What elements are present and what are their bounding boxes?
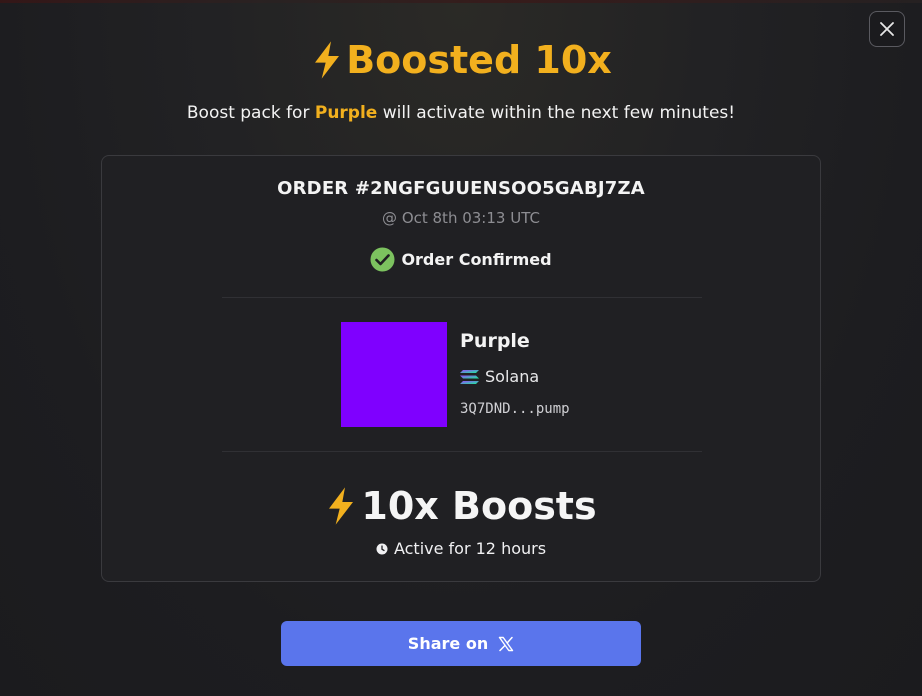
order-id: ORDER #2NGFGUUENSOO5GABJ7ZA [277,178,645,199]
boost-summary: 10x Boosts [102,482,820,530]
order-timestamp: @ Oct 8th 03:13 UTC [382,209,540,227]
duration-label: Active for 12 hours [393,539,547,558]
title-text: Boosted 10x [346,38,612,82]
check-circle-icon [370,247,395,272]
token-name: Purple [460,330,530,352]
subtitle-prefix: Boost pack for [186,103,315,123]
solana-icon [460,369,479,384]
activation-message: Boost pack for Purple will activate with… [0,101,922,125]
share-on-x-button[interactable]: Share on [281,621,641,666]
subtitle-token-name: Purple [314,103,378,123]
boost-label: 10x Boosts [361,484,597,528]
lightning-icon [315,41,340,79]
token-chain: Solana [460,367,539,386]
subtitle-suffix: will activate within the next few minute… [377,103,736,123]
order-status: Order Confirmed [102,247,820,272]
page-title: Boosted 10x [0,36,922,84]
status-label: Order Confirmed [401,250,552,269]
token-image [341,322,447,427]
boost-confirmation-modal: Boosted 10x Boost pack for Purple will a… [0,0,922,696]
order-card: ORDER #2NGFGUUENSOO5GABJ7ZA @ Oct 8th 03… [101,155,821,582]
clock-icon [376,543,388,554]
divider [222,297,702,298]
divider [222,451,702,452]
background-strip [0,0,922,3]
chain-label: Solana [485,367,540,386]
token-address[interactable]: 3Q7DND...pump [460,401,570,417]
close-icon [880,22,894,36]
share-label: Share on [407,634,489,653]
x-logo-icon [499,636,514,651]
boost-duration: Active for 12 hours [102,539,820,558]
lightning-icon [329,487,354,525]
